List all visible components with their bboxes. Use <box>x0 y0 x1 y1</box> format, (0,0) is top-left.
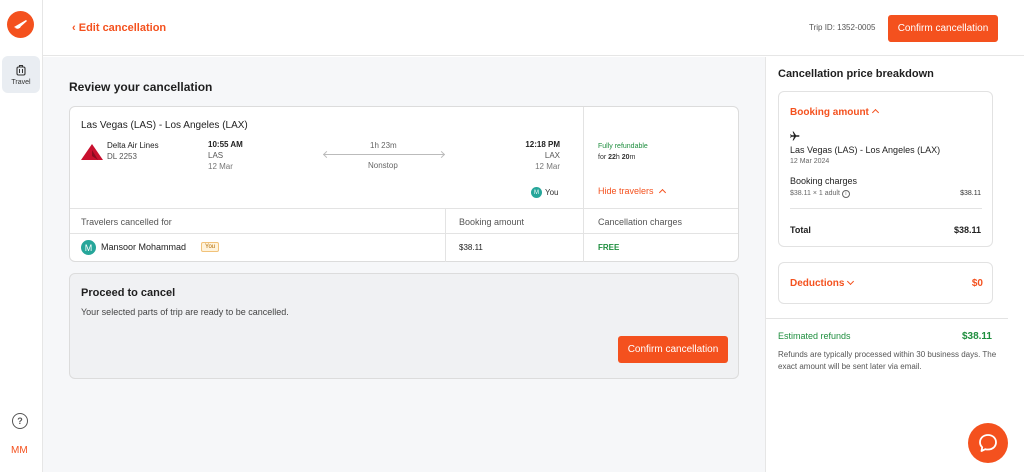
hide-travelers-label: Hide travelers <box>598 186 654 196</box>
chat-button[interactable] <box>968 423 1008 463</box>
divider <box>790 208 982 209</box>
deductions-toggle[interactable]: Deductions <box>790 277 855 289</box>
chat-bubble-icon <box>979 434 997 452</box>
refund-status: Fully refundable <box>598 143 648 150</box>
departure-date: 12 Mar <box>208 162 233 171</box>
help-icon[interactable]: ? <box>12 413 28 429</box>
refund-window-minutes: 20 <box>621 154 630 161</box>
page-title: Review your cancellation <box>69 80 213 94</box>
edit-cancellation-label: Edit cancellation <box>78 22 167 34</box>
cancellation-charge-cell: FREE <box>598 243 620 252</box>
app-logo[interactable] <box>7 11 34 38</box>
breakdown-date: 12 Mar 2024 <box>790 158 830 165</box>
refund-window: for 22h 20m <box>598 154 635 161</box>
confirm-cancellation-button[interactable]: Confirm cancellation <box>888 15 998 42</box>
estimated-refunds-label: Estimated refunds <box>778 331 851 341</box>
nav-item-travel[interactable]: Travel <box>2 56 40 93</box>
flight-card: Las Vegas (LAS) - Los Angeles (LAX) Delt… <box>69 106 739 262</box>
airplane-icon <box>790 130 800 144</box>
travelers-table-header: Travelers cancelled for Booking amount C… <box>70 208 738 234</box>
flight-route: Las Vegas (LAS) - Los Angeles (LAX) <box>81 120 248 131</box>
booking-amount-label: Booking amount <box>790 107 869 118</box>
breakdown-route: Las Vegas (LAS) - Los Angeles (LAX) <box>790 145 941 155</box>
edit-cancellation-link[interactable]: ‹ Edit cancellation <box>72 22 166 34</box>
booking-amount-toggle[interactable]: Booking amount <box>790 107 879 118</box>
confirm-cancellation-button[interactable]: Confirm cancellation <box>618 336 728 363</box>
refund-window-prefix: for <box>598 154 609 161</box>
chevron-down-icon <box>847 277 855 286</box>
flight-stops: Nonstop <box>368 161 398 170</box>
booking-amount-cell: $38.11 <box>459 243 483 252</box>
refund-note: Refunds are typically processed within 3… <box>778 350 997 371</box>
price-breakdown-panel: Cancellation price breakdown Booking amo… <box>765 57 1008 472</box>
divider <box>583 208 584 262</box>
booking-charges-value: $38.11 <box>960 190 981 197</box>
refund-window-m: m <box>629 154 636 161</box>
flight-number: DL 2253 <box>107 152 137 161</box>
you-badge: You <box>201 242 220 252</box>
col-header-travelers: Travelers cancelled for <box>81 217 172 227</box>
total-value: $38.11 <box>953 225 981 235</box>
deductions-box: Deductions $0 <box>778 262 993 304</box>
booking-amount-box: Booking amount Las Vegas (LAS) - Los Ang… <box>778 91 993 247</box>
estimated-refunds-value: $38.11 <box>961 331 992 342</box>
left-rail: Travel ? MM <box>0 0 43 472</box>
breakdown-title: Cancellation price breakdown <box>778 68 934 80</box>
col-header-cancellation-charges: Cancellation charges <box>598 217 683 227</box>
booking-charges-label: Booking charges <box>790 176 858 186</box>
arrival-time: 12:18 PM <box>525 140 560 149</box>
plane-logo-icon <box>14 20 27 29</box>
deductions-label: Deductions <box>790 278 845 289</box>
hide-travelers-toggle[interactable]: Hide travelers <box>598 186 666 197</box>
chevron-up-icon <box>871 108 879 117</box>
col-header-booking-amount: Booking amount <box>459 217 525 227</box>
deductions-value: $0 <box>971 278 983 289</box>
arrival-code: LAX <box>544 151 560 160</box>
user-avatar[interactable]: MM <box>11 445 28 456</box>
proceed-title: Proceed to cancel <box>81 287 176 299</box>
you-label: You <box>545 188 559 197</box>
traveler-name: Mansoor Mohammad <box>101 242 187 252</box>
double-arrow-icon <box>324 154 444 155</box>
divider <box>583 107 584 208</box>
top-bar: ‹ Edit cancellation Trip ID: 1352-0005 C… <box>43 0 1024 56</box>
table-row: M Mansoor Mohammad You $38.11 FREE <box>70 234 738 262</box>
departure-time: 10:55 AM <box>208 140 243 149</box>
chevron-up-icon <box>658 188 666 197</box>
booking-charges-calc-text: $38.11 × 1 adult <box>790 190 840 197</box>
chevron-left-icon: ‹ <box>72 22 79 34</box>
traveler-mini-avatar: M <box>531 187 542 198</box>
proceed-description: Your selected parts of trip are ready to… <box>81 307 289 317</box>
trip-id: Trip ID: 1352-0005 <box>809 23 876 32</box>
divider <box>766 318 1008 319</box>
main-content: Review your cancellation Las Vegas (LAS)… <box>43 57 765 472</box>
divider <box>445 208 446 262</box>
booking-charges-calc: $38.11 × 1 adult i <box>790 190 850 198</box>
departure-code: LAS <box>208 151 224 160</box>
total-label: Total <box>790 225 811 235</box>
airline-name: Delta Air Lines <box>107 141 159 150</box>
nav-item-travel-label: Travel <box>11 78 31 86</box>
traveler-avatar: M <box>81 240 96 255</box>
proceed-section: Proceed to cancel Your selected parts of… <box>69 273 739 379</box>
delta-logo-icon <box>81 144 103 163</box>
arrival-date: 12 Mar <box>535 162 560 171</box>
flight-duration: 1h 23m <box>370 141 397 150</box>
refund-window-hours: 22 <box>608 154 616 161</box>
info-icon[interactable]: i <box>841 190 850 198</box>
luggage-icon <box>16 64 26 76</box>
